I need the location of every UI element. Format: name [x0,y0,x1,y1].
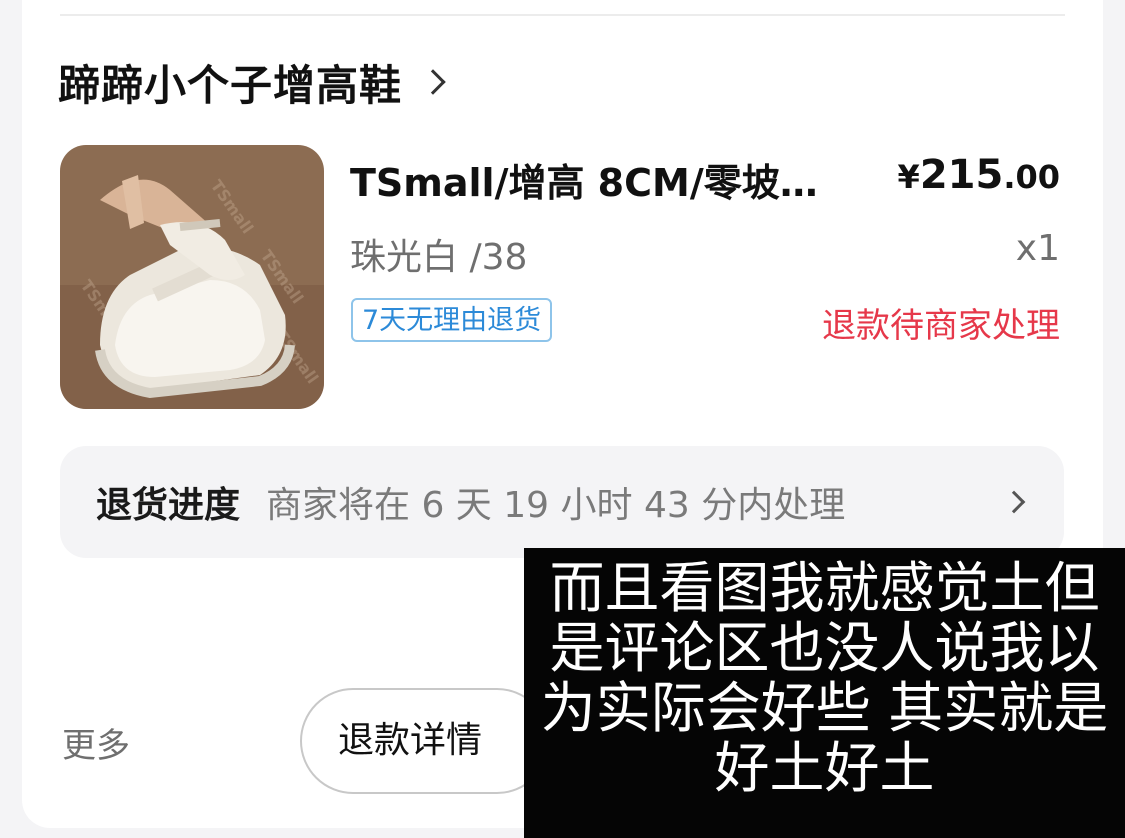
currency-symbol: ¥ [897,158,920,196]
shoe-photo: TSmall TSmall TSmall TSmall [60,145,324,409]
return-progress-row[interactable]: 退货进度 商家将在 6 天 19 小时 43 分内处理 [60,446,1064,558]
product-price: ¥215.00 [898,152,1060,198]
caption-line: 是评论区也没人说我以 [549,616,1100,680]
product-title[interactable]: TSmall/增高 8CM/零坡… [350,152,830,207]
product-sku: 珠光白 /38 [350,237,528,278]
caption-line: 为实际会好些 其实就是 [540,676,1109,740]
product-image[interactable]: TSmall TSmall TSmall TSmall [60,145,324,409]
return-progress-text: 商家将在 6 天 19 小时 43 分内处理 [266,485,846,526]
price-integer: 215 [919,152,1004,198]
refund-status: 退款待商家处理 [822,306,1060,346]
return-progress-label: 退货进度 [96,485,241,526]
return-policy-badge: 7天无理由退货 [351,298,553,342]
divider [60,14,1065,16]
more-button[interactable]: 更多 [62,718,130,767]
product-quantity: x1 [1015,228,1060,269]
caption-line: 而且看图我就感觉土但 [549,556,1100,620]
shop-link[interactable]: 蹄蹄小个子增高鞋 [58,50,446,114]
price-decimal: .00 [1003,158,1060,196]
shop-name: 蹄蹄小个子增高鞋 [58,60,403,110]
chevron-right-icon [420,69,446,95]
caption-overlay: 而且看图我就感觉土但 是评论区也没人说我以 为实际会好些 其实就是 好土好土 [524,548,1125,838]
caption-line: 好土好土 [714,736,935,800]
chevron-right-icon [1002,490,1026,514]
refund-details-button[interactable]: 退款详情 [300,688,550,794]
